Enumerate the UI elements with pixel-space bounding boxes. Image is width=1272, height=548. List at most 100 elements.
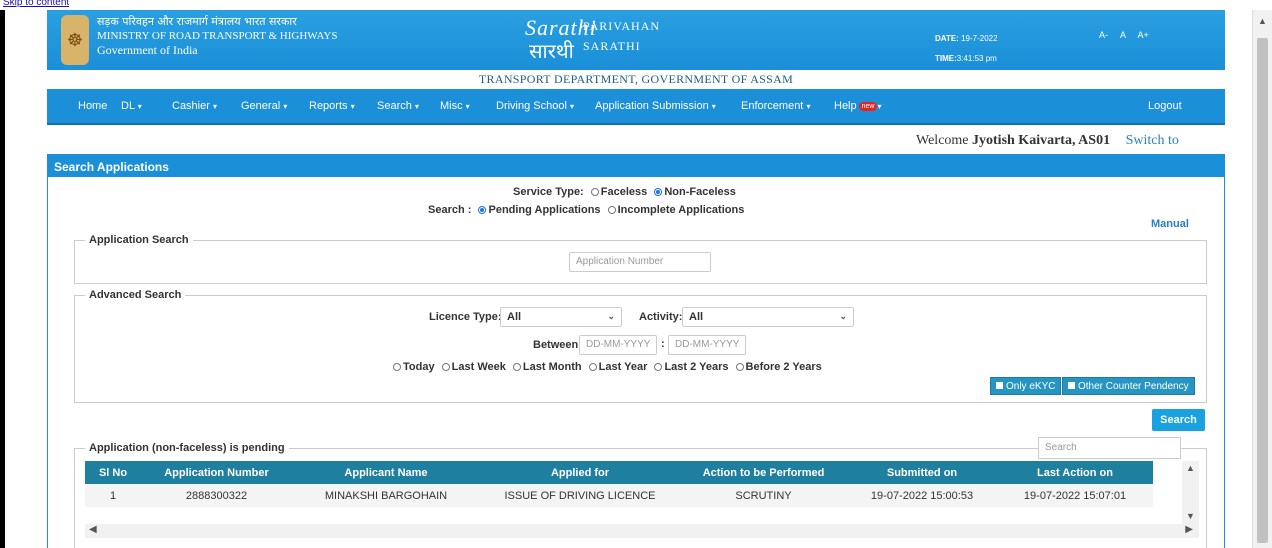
nav-home[interactable]: Home: [78, 100, 107, 112]
chevron-down-icon: ⌄: [607, 311, 615, 321]
font-normal-button[interactable]: A: [1120, 30, 1126, 40]
pending-option[interactable]: Pending Applications: [488, 204, 600, 216]
cell-application-number[interactable]: 2888300322: [141, 484, 292, 507]
only-ekyc-button[interactable]: Only eKYC: [990, 377, 1062, 395]
scroll-right-icon[interactable]: ▶: [1185, 524, 1193, 535]
chevron-down-icon: ▾: [350, 102, 355, 111]
other-counter-pendency-button[interactable]: Other Counter Pendency: [1062, 377, 1195, 395]
checkbox-icon: [996, 382, 1003, 389]
nav-help[interactable]: Help new ▾: [834, 100, 881, 112]
period-before-2-years[interactable]: Before 2 Years: [746, 361, 822, 373]
chevron-down-icon: ▾: [212, 102, 217, 111]
period-last-2-years[interactable]: Last 2 Years: [664, 361, 728, 373]
last-2-years-radio[interactable]: [654, 363, 663, 371]
nav-misc-label: Misc: [440, 100, 463, 112]
nav-dl[interactable]: DL ▾: [121, 100, 142, 112]
scroll-up-icon[interactable]: ▲: [1258, 16, 1267, 26]
application-number-input[interactable]: Application Number: [569, 252, 711, 272]
licence-type-select[interactable]: All ⌄: [500, 307, 622, 327]
nav-home-label: Home: [78, 100, 108, 112]
faceless-radio[interactable]: [590, 188, 599, 196]
national-emblem-icon: ☸: [61, 15, 89, 65]
time-value: 3:41:53 pm: [956, 54, 997, 63]
table-horizontal-scrollbar[interactable]: ◀ ▶: [85, 524, 1199, 538]
table-header-row: Sl No Application Number Applicant Name …: [85, 461, 1153, 484]
between-label: Between: [533, 339, 579, 351]
non-faceless-option[interactable]: Non-Faceless: [664, 186, 736, 198]
search-mode-row: Search : Pending Applications Incomplete…: [428, 204, 744, 216]
welcome-bar: Welcome Jyotish Kaivarta, AS01 Switch to: [916, 133, 1179, 149]
non-faceless-radio[interactable]: [654, 188, 663, 196]
page-scrollbar[interactable]: ▲: [1252, 10, 1272, 548]
table-row[interactable]: 1 2888300322 MINAKSHI BARGOHAIN ISSUE OF…: [85, 484, 1153, 507]
col-applied-for[interactable]: Applied for: [480, 461, 680, 484]
licence-type-label: Licence Type:: [429, 311, 502, 323]
cell-action: SCRUTINY: [680, 484, 847, 507]
results-legend: Application (non-faceless) is pending: [89, 442, 285, 454]
last-month-radio[interactable]: [512, 363, 521, 371]
nav-cashier-label: Cashier: [172, 100, 210, 112]
nav-misc[interactable]: Misc ▾: [440, 100, 470, 112]
scroll-left-icon[interactable]: ◀: [89, 524, 97, 535]
nav-enforcement[interactable]: Enforcement ▾: [741, 100, 810, 112]
nav-driving-school-label: Driving School: [496, 100, 567, 112]
incomplete-radio[interactable]: [607, 206, 616, 214]
nav-general[interactable]: General ▾: [241, 100, 287, 112]
search-mode-label: Search :: [428, 204, 472, 216]
table-search-input[interactable]: Search: [1038, 437, 1181, 459]
period-last-year[interactable]: Last Year: [599, 361, 648, 373]
search-button[interactable]: Search: [1152, 409, 1205, 431]
col-submitted-on[interactable]: Submitted on: [847, 461, 997, 484]
activity-select[interactable]: All ⌄: [682, 307, 854, 327]
nav-application-submission[interactable]: Application Submission ▾: [595, 100, 716, 112]
scroll-up-icon[interactable]: ▲: [1186, 463, 1195, 473]
before-2-years-radio[interactable]: [735, 363, 744, 371]
activity-value: All: [689, 311, 704, 323]
period-last-month[interactable]: Last Month: [523, 361, 582, 373]
pending-radio[interactable]: [478, 206, 487, 214]
application-search-legend: Application Search: [89, 234, 189, 246]
nav-help-label: Help: [834, 100, 857, 112]
manual-link[interactable]: Manual: [1151, 218, 1189, 230]
switch-to-link[interactable]: Switch to: [1126, 133, 1179, 148]
incomplete-option[interactable]: Incomplete Applications: [618, 204, 745, 216]
today-radio[interactable]: [393, 363, 401, 371]
font-increase-button[interactable]: A+: [1138, 30, 1149, 40]
chevron-down-icon: ⌄: [839, 311, 847, 321]
scrollbar-thumb[interactable]: [1257, 38, 1268, 543]
sarathi-logo-mark-hindi: सारथी: [529, 41, 574, 63]
period-today[interactable]: Today: [403, 361, 435, 373]
cell-last-action-on: 19-07-2022 15:07:01: [997, 484, 1153, 507]
service-type-label: Service Type:: [513, 186, 584, 198]
logo-text-parivahan: PARIVAHAN: [583, 19, 661, 33]
table-vertical-scrollbar[interactable]: ▲ ▼: [1182, 461, 1199, 524]
nav-cashier[interactable]: Cashier ▾: [172, 100, 217, 112]
col-last-action-on[interactable]: Last Action on: [997, 461, 1153, 484]
font-decrease-button[interactable]: A-: [1099, 30, 1108, 40]
skip-link[interactable]: Skip to content: [3, 0, 69, 8]
ministry-block: सड़क परिवहन और राजमार्ग मंत्रालय भारत सर…: [97, 15, 337, 57]
col-applicant-name[interactable]: Applicant Name: [292, 461, 480, 484]
col-application-number[interactable]: Application Number: [141, 461, 292, 484]
last-year-radio[interactable]: [588, 363, 597, 371]
col-action-to-be-performed[interactable]: Action to be Performed: [680, 461, 847, 484]
other-counter-label: Other Counter Pendency: [1078, 381, 1189, 392]
col-sl-no[interactable]: Sl No: [85, 461, 141, 484]
from-date-input[interactable]: DD-MM-YYYY: [579, 335, 657, 355]
nav-search[interactable]: Search ▾: [377, 100, 419, 112]
to-date-input[interactable]: DD-MM-YYYY: [668, 335, 746, 355]
faceless-option[interactable]: Faceless: [601, 186, 647, 198]
logout-link[interactable]: Logout: [1148, 100, 1182, 112]
licence-type-value: All: [507, 311, 522, 323]
activity-label: Activity:: [639, 311, 683, 323]
advanced-search-legend: Advanced Search: [89, 289, 182, 301]
nav-driving-school[interactable]: Driving School ▾: [496, 100, 574, 112]
chevron-down-icon: ▾: [414, 102, 419, 111]
period-last-week[interactable]: Last Week: [452, 361, 506, 373]
nav-reports-label: Reports: [309, 100, 348, 112]
nav-reports[interactable]: Reports ▾: [309, 100, 355, 112]
chevron-down-icon: ▾: [283, 102, 288, 111]
scroll-down-icon[interactable]: ▼: [1186, 511, 1195, 521]
last-week-radio[interactable]: [441, 363, 450, 371]
search-applications-panel: Search Applications Service Type: Facele…: [47, 154, 1225, 548]
